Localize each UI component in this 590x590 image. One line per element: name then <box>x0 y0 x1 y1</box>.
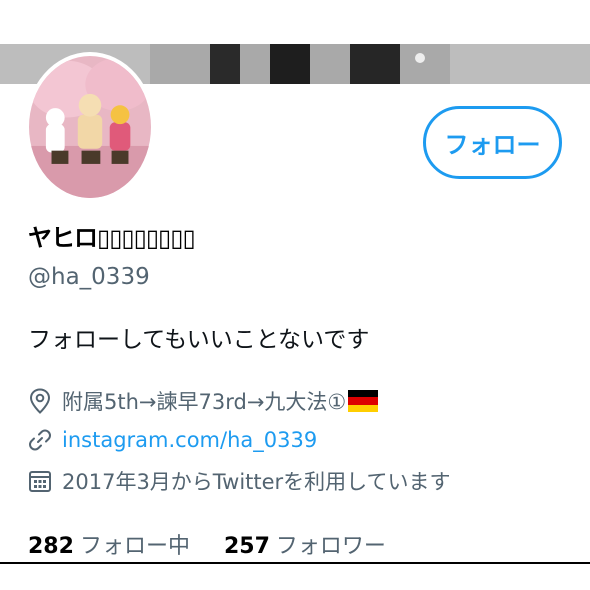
followers-count: 257 <box>223 534 270 559</box>
link-icon <box>26 426 54 454</box>
joined-row: 2017年3月からTwitterを利用しています <box>26 466 451 496</box>
calendar-icon <box>26 467 54 495</box>
follow-button[interactable]: フォロー <box>423 106 562 179</box>
following-stat[interactable]: 282 フォロー中 <box>28 528 190 560</box>
website-link[interactable]: instagram.com/ha_0339 <box>62 428 317 452</box>
followers-label: フォロワー <box>275 534 386 559</box>
follow-stats: 282 フォロー中 257 フォロワー <box>28 528 386 560</box>
joined-text: 2017年3月からTwitterを利用しています <box>62 470 451 494</box>
followers-stat[interactable]: 257 フォロワー <box>224 528 386 560</box>
display-name: ヤヒロ▯▯▯▯▯▯▯▯ <box>28 224 196 252</box>
location-pin-icon <box>26 387 54 415</box>
avatar-image <box>29 56 151 198</box>
user-handle: @ha_0339 <box>28 264 150 290</box>
profile-avatar[interactable] <box>25 52 155 202</box>
divider <box>0 562 590 564</box>
germany-flag-icon <box>348 390 379 412</box>
website-row[interactable]: instagram.com/ha_0339 <box>26 425 317 455</box>
location-text: 附属5th→諫早73rd→九大法① <box>62 390 347 414</box>
following-count: 282 <box>28 534 74 559</box>
location-row: 附属5th→諫早73rd→九大法① <box>26 386 379 416</box>
following-label: フォロー中 <box>79 534 190 559</box>
banner-image <box>150 44 450 84</box>
profile-bio: フォローしてもいいことないです <box>28 327 370 353</box>
follow-button-label: フォロー <box>444 131 541 159</box>
